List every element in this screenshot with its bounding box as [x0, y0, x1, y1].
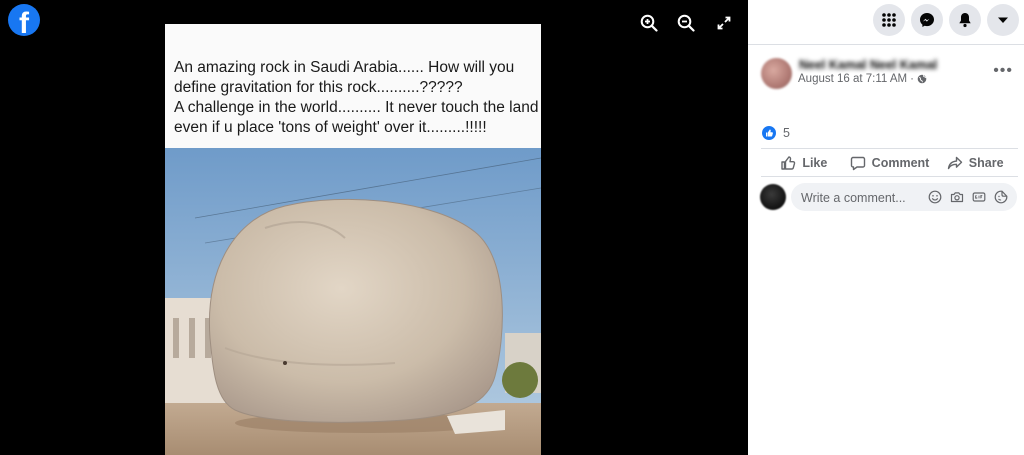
gif-icon[interactable]: [971, 189, 987, 205]
meta-separator: ·: [910, 73, 914, 85]
fullscreen-icon[interactable]: [711, 10, 737, 36]
photo-viewer: f An amazing rock in Saudi Arabia...... …: [0, 0, 748, 455]
account-dropdown-icon[interactable]: [987, 4, 1019, 36]
like-reaction-icon: [762, 126, 776, 140]
share-icon: [947, 156, 962, 170]
zoom-in-icon[interactable]: [636, 10, 662, 36]
facebook-logo-letter: f: [19, 7, 29, 36]
camera-icon[interactable]: [949, 189, 965, 205]
sticker-icon[interactable]: [993, 189, 1009, 205]
photo-caption-area: An amazing rock in Saudi Arabia...... Ho…: [165, 24, 541, 148]
photo-caption-text: An amazing rock in Saudi Arabia...... Ho…: [174, 59, 539, 136]
like-label: Like: [802, 156, 828, 170]
comment-tools: [927, 189, 1009, 205]
post-date[interactable]: August 16 at 7:11 AM: [798, 73, 907, 85]
menu-grid-icon[interactable]: [873, 4, 905, 36]
post-options-icon[interactable]: •••: [993, 62, 1013, 80]
actions-bottom-divider: [761, 176, 1018, 177]
post-side-panel: Neel Kamal Neel Kamal August 16 at 7:11 …: [748, 0, 1024, 455]
facebook-logo[interactable]: f: [8, 4, 40, 36]
post-meta: August 16 at 7:11 AM ·: [798, 73, 927, 85]
share-label: Share: [968, 156, 1004, 170]
emoji-icon[interactable]: [927, 189, 943, 205]
public-globe-icon[interactable]: [917, 74, 927, 84]
comment-label: Comment: [871, 156, 930, 170]
post-author-name[interactable]: Neel Kamal Neel Kamal: [799, 58, 937, 72]
comment-input[interactable]: [799, 188, 923, 208]
current-user-avatar[interactable]: [760, 184, 786, 210]
floating-rock-image: [165, 148, 541, 455]
share-button[interactable]: Share: [932, 152, 1018, 174]
comment-icon: [850, 156, 865, 171]
like-icon: [781, 156, 796, 170]
actions-top-divider: [761, 148, 1018, 149]
post-actions-bar: Like Comment Share: [761, 152, 1018, 174]
zoom-out-icon[interactable]: [673, 10, 699, 36]
post-photo: An amazing rock in Saudi Arabia...... Ho…: [165, 24, 541, 455]
comment-box[interactable]: [791, 183, 1017, 211]
author-avatar[interactable]: [761, 58, 792, 89]
reactions-summary[interactable]: 5: [762, 126, 790, 140]
messenger-icon[interactable]: [911, 4, 943, 36]
notifications-icon[interactable]: [949, 4, 981, 36]
reaction-count: 5: [783, 126, 790, 140]
top-header-bar: [748, 0, 1024, 45]
comment-button[interactable]: Comment: [847, 152, 933, 174]
like-button[interactable]: Like: [761, 152, 847, 174]
